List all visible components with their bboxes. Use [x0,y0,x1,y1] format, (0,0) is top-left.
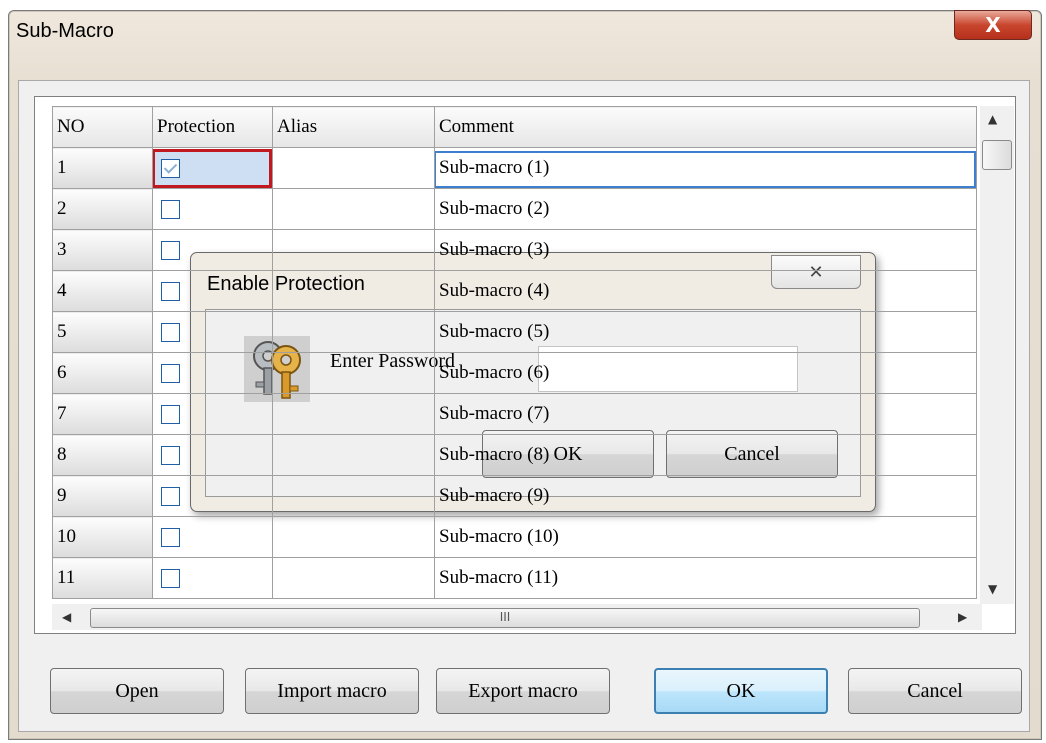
row-number[interactable]: 3 [52,229,153,271]
protection-cell[interactable] [152,311,273,353]
table-row[interactable]: 10 Sub-macro (10) [52,516,977,558]
export-macro-button[interactable]: Export macro [436,668,610,714]
protection-checkbox[interactable] [161,200,180,220]
protection-checkbox[interactable] [161,405,180,425]
comment-cell[interactable]: Sub-macro (4) [434,270,977,312]
alias-cell[interactable] [272,311,435,353]
row-number[interactable]: 6 [52,352,153,394]
scroll-left-icon[interactable]: ◀ [62,610,71,624]
header-no[interactable]: NO [52,106,153,148]
comment-cell[interactable]: Sub-macro (3) [434,229,977,271]
alias-cell[interactable] [272,393,435,435]
row-number[interactable]: 8 [52,434,153,476]
row-number[interactable]: 10 [52,516,153,558]
row-number[interactable]: 9 [52,475,153,517]
comment-cell[interactable]: Sub-macro (7) [434,393,977,435]
table-row[interactable]: 11 Sub-macro (11) [52,557,977,599]
protection-checkbox[interactable] [161,241,180,261]
scroll-right-icon[interactable]: ▶ [958,610,967,624]
protection-cell[interactable] [152,434,273,476]
header-protection[interactable]: Protection [152,106,273,148]
comment-cell[interactable]: Sub-macro (9) [434,475,977,517]
row-number[interactable]: 2 [52,188,153,230]
open-button[interactable]: Open [50,668,224,714]
comment-cell[interactable]: Sub-macro (10) [434,516,977,558]
row-number[interactable]: 5 [52,311,153,353]
comment-cell[interactable]: Sub-macro (11) [434,557,977,599]
alias-cell[interactable] [272,557,435,599]
protection-checkbox[interactable] [161,487,180,507]
protection-cell[interactable] [152,147,273,189]
row-number[interactable]: 11 [52,557,153,599]
cancel-button[interactable]: Cancel [848,668,1022,714]
table-row[interactable]: 7 Sub-macro (7) [52,393,977,435]
window-title: Sub-Macro [16,20,114,42]
protection-cell[interactable] [152,229,273,271]
header-alias[interactable]: Alias [272,106,435,148]
table-row[interactable]: 3 Sub-macro (3) [52,229,977,271]
table-row[interactable]: 5 Sub-macro (5) [52,311,977,353]
protection-cell[interactable] [152,475,273,517]
protection-cell[interactable] [152,516,273,558]
row-number[interactable]: 4 [52,270,153,312]
protection-cell[interactable] [152,393,273,435]
horizontal-scrollbar[interactable]: ◀ III ▶ [52,604,982,630]
protection-cell[interactable] [152,270,273,312]
alias-cell[interactable] [272,516,435,558]
scroll-up-icon[interactable]: ▲ [988,112,997,126]
vertical-scrollbar[interactable]: ▲ ▼ [980,106,1014,604]
alias-cell[interactable] [272,475,435,517]
vertical-scroll-thumb[interactable] [982,140,1012,170]
protection-checkbox[interactable] [161,528,180,548]
protection-cell[interactable] [152,557,273,599]
protection-checkbox[interactable] [161,569,180,589]
header-comment[interactable]: Comment [434,106,977,148]
alias-cell[interactable] [272,229,435,271]
comment-cell[interactable]: Sub-macro (6) [434,352,977,394]
comment-cell[interactable]: Sub-macro (1) [434,147,977,189]
protection-checkbox[interactable] [161,364,180,384]
protection-cell[interactable] [152,352,273,394]
ok-button[interactable]: OK [654,668,828,714]
row-number[interactable]: 7 [52,393,153,435]
import-macro-button[interactable]: Import macro [245,668,419,714]
comment-cell[interactable]: Sub-macro (5) [434,311,977,353]
comment-cell[interactable]: Sub-macro (2) [434,188,977,230]
table-row[interactable]: 1 Sub-macro (1) [52,147,977,189]
alias-cell[interactable] [272,434,435,476]
grid-header-row: NO Protection Alias Comment [52,106,977,148]
protection-cell[interactable] [152,188,273,230]
table-row[interactable]: 8 Sub-macro (8) [52,434,977,476]
scroll-down-icon[interactable]: ▼ [988,582,997,596]
alias-cell[interactable] [272,188,435,230]
row-number[interactable]: 1 [52,147,153,189]
protection-checkbox[interactable] [161,159,180,179]
comment-cell[interactable]: Sub-macro (8) [434,434,977,476]
protection-checkbox[interactable] [161,323,180,343]
alias-cell[interactable] [272,147,435,189]
protection-checkbox[interactable] [161,446,180,466]
protection-checkbox[interactable] [161,282,180,302]
table-row[interactable]: 6 Sub-macro (6) [52,352,977,394]
table-row[interactable]: 4 Sub-macro (4) [52,270,977,312]
horizontal-scroll-thumb[interactable]: III [90,608,920,628]
table-row[interactable]: 9 Sub-macro (9) [52,475,977,517]
table-row[interactable]: 2 Sub-macro (2) [52,188,977,230]
alias-cell[interactable] [272,270,435,312]
alias-cell[interactable] [272,352,435,394]
macro-grid: NO Protection Alias Comment 1 Sub-macro (… [52,106,977,599]
window-close-button[interactable]: X [954,10,1032,40]
